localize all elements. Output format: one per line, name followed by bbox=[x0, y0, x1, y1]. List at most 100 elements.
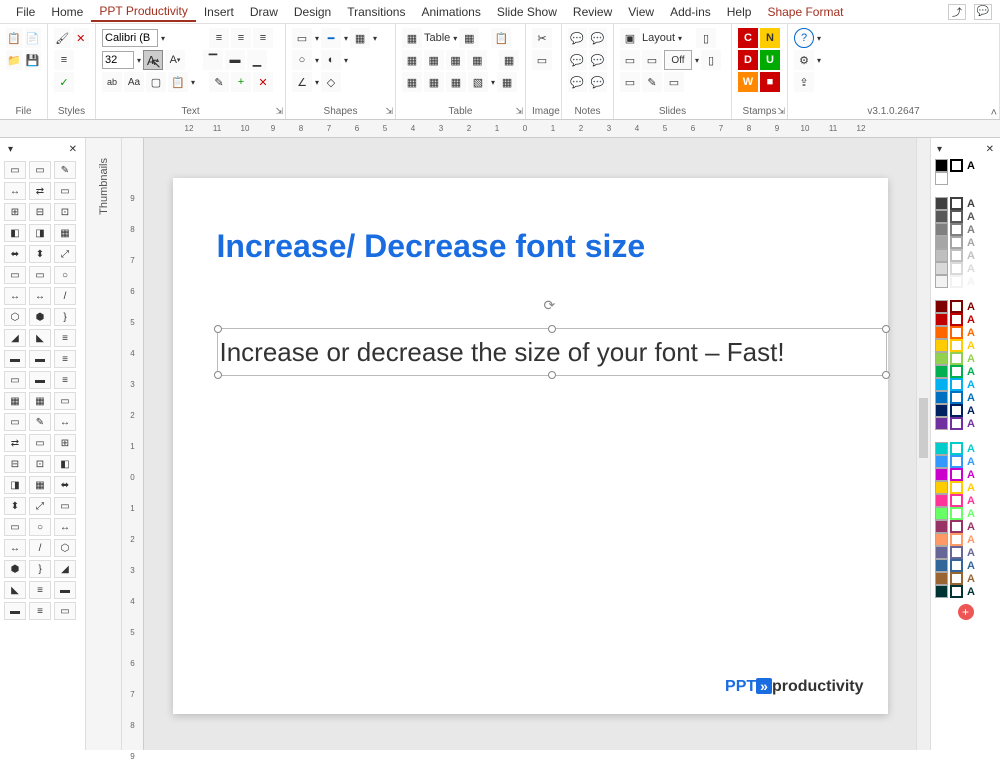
left-tool-32[interactable]: ≡ bbox=[54, 371, 76, 389]
fill-swatch[interactable] bbox=[935, 210, 948, 223]
text-color-swatch[interactable]: A bbox=[965, 379, 977, 391]
stamp-d[interactable]: D bbox=[738, 50, 758, 70]
export-icon[interactable]: ⇪ bbox=[794, 72, 814, 92]
tbl-f[interactable]: ▦ bbox=[402, 72, 422, 92]
style-indent-icon[interactable]: ≡ bbox=[54, 50, 74, 70]
stamp-u[interactable]: U bbox=[760, 50, 780, 70]
text-color-swatch[interactable]: A bbox=[965, 405, 977, 417]
left-tool-24[interactable]: ◢ bbox=[4, 329, 26, 347]
left-tool-51[interactable]: ▭ bbox=[4, 518, 26, 536]
off-button[interactable]: Off bbox=[664, 50, 692, 70]
fill-swatch[interactable] bbox=[935, 352, 948, 365]
stamp-c[interactable]: C bbox=[738, 28, 758, 48]
tab-insert[interactable]: Insert bbox=[196, 3, 242, 21]
left-tool-13[interactable]: ⬍ bbox=[29, 245, 51, 263]
table-del-icon[interactable]: ▦ bbox=[459, 28, 479, 48]
left-tool-30[interactable]: ▭ bbox=[4, 371, 26, 389]
left-tool-60[interactable]: ◣ bbox=[4, 581, 26, 599]
stamp-x[interactable]: ■ bbox=[760, 72, 780, 92]
left-tool-38[interactable]: ↔ bbox=[54, 413, 76, 431]
text-color-swatch[interactable]: A bbox=[965, 301, 977, 313]
text-ab-icon[interactable]: ab bbox=[102, 72, 122, 92]
slide-c[interactable]: ▯ bbox=[701, 50, 721, 70]
slide-title[interactable]: Increase/ Decrease font size bbox=[217, 228, 646, 265]
font-name-combo[interactable] bbox=[102, 29, 158, 47]
outline-swatch[interactable] bbox=[950, 546, 963, 559]
left-tool-2[interactable]: ✎ bbox=[54, 161, 76, 179]
style-check-icon[interactable]: ✓ bbox=[54, 72, 74, 92]
left-tool-21[interactable]: ⬡ bbox=[4, 308, 26, 326]
note4-icon[interactable]: 💬 bbox=[589, 50, 608, 70]
text-color-swatch[interactable]: A bbox=[965, 456, 977, 468]
fill-swatch[interactable] bbox=[935, 262, 948, 275]
note6-icon[interactable]: 💬 bbox=[589, 72, 608, 92]
left-tool-1[interactable]: ▭ bbox=[29, 161, 51, 179]
shape-fill-icon[interactable]: ▦ bbox=[350, 28, 370, 48]
text-color-swatch[interactable]: A bbox=[965, 586, 977, 598]
left-tool-3[interactable]: ↔ bbox=[4, 182, 26, 200]
fill-swatch[interactable] bbox=[935, 172, 948, 185]
left-tool-27[interactable]: ▬ bbox=[4, 350, 26, 368]
outline-swatch[interactable] bbox=[950, 326, 963, 339]
share-icon[interactable]: ⤴ bbox=[948, 4, 966, 20]
note2-icon[interactable]: 💬 bbox=[589, 28, 608, 48]
table-label[interactable]: Table bbox=[424, 32, 450, 44]
comment-icon[interactable]: 💬 bbox=[974, 4, 992, 20]
left-tool-52[interactable]: ○ bbox=[29, 518, 51, 536]
fill-swatch[interactable] bbox=[935, 559, 948, 572]
text-color-swatch[interactable]: A bbox=[965, 573, 977, 585]
font-size-combo[interactable] bbox=[102, 51, 134, 69]
text-highlight-icon[interactable]: ▢ bbox=[146, 72, 166, 92]
outline-swatch[interactable] bbox=[950, 236, 963, 249]
left-close-icon[interactable]: ✕ bbox=[69, 144, 77, 155]
valign-bot-icon[interactable]: ▁ bbox=[247, 50, 267, 70]
text-case-icon[interactable]: Aa bbox=[124, 72, 144, 92]
outline-swatch[interactable] bbox=[950, 210, 963, 223]
fill-swatch[interactable] bbox=[935, 507, 948, 520]
outline-swatch[interactable] bbox=[950, 442, 963, 455]
left-tool-47[interactable]: ⬌ bbox=[54, 476, 76, 494]
handle-bl[interactable] bbox=[214, 371, 222, 379]
fill-swatch[interactable] bbox=[935, 159, 948, 172]
text-color-swatch[interactable]: A bbox=[965, 353, 977, 365]
left-tool-57[interactable]: ⬢ bbox=[4, 560, 26, 578]
tab-addins[interactable]: Add-ins bbox=[662, 3, 719, 21]
layout-icon[interactable]: ▣ bbox=[620, 28, 640, 48]
left-tool-65[interactable]: ▭ bbox=[54, 602, 76, 620]
note3-icon[interactable]: 💬 bbox=[568, 50, 587, 70]
tbl-h[interactable]: ▦ bbox=[446, 72, 466, 92]
left-tool-17[interactable]: ○ bbox=[54, 266, 76, 284]
file-btn3[interactable]: 📁 bbox=[6, 50, 23, 70]
file-btn4[interactable]: 💾 bbox=[25, 50, 42, 70]
left-tool-48[interactable]: ⬍ bbox=[4, 497, 26, 515]
text-color-swatch[interactable]: A bbox=[965, 340, 977, 352]
shape-line-icon[interactable]: ━ bbox=[321, 28, 341, 48]
add-color-button[interactable]: + bbox=[958, 604, 974, 620]
table-paste-icon[interactable]: 📋 bbox=[491, 28, 511, 48]
handle-tm[interactable] bbox=[548, 325, 556, 333]
fill-swatch[interactable] bbox=[935, 455, 948, 468]
outline-swatch[interactable] bbox=[950, 249, 963, 262]
text-color-swatch[interactable]: A bbox=[965, 469, 977, 481]
outline-swatch[interactable] bbox=[950, 352, 963, 365]
outline-swatch[interactable] bbox=[950, 197, 963, 210]
slide-d[interactable]: ▭ bbox=[620, 72, 640, 92]
tab-slideshow[interactable]: Slide Show bbox=[489, 3, 565, 21]
note1-icon[interactable]: 💬 bbox=[568, 28, 587, 48]
left-tool-36[interactable]: ▭ bbox=[4, 413, 26, 431]
left-tool-20[interactable]: / bbox=[54, 287, 76, 305]
slide-e[interactable]: ✎ bbox=[642, 72, 662, 92]
left-tool-22[interactable]: ⬢ bbox=[29, 308, 51, 326]
settings-icon[interactable]: ⚙ bbox=[794, 50, 814, 70]
fill-swatch[interactable] bbox=[935, 300, 948, 313]
text-color-swatch[interactable]: A bbox=[965, 250, 977, 262]
fill-swatch[interactable] bbox=[935, 378, 948, 391]
left-tool-29[interactable]: ≡ bbox=[54, 350, 76, 368]
text-color-swatch[interactable]: A bbox=[965, 160, 977, 172]
tab-ppt-productivity[interactable]: PPT Productivity bbox=[91, 2, 195, 22]
increase-font-button[interactable]: A▴↖ bbox=[143, 50, 163, 70]
left-tool-9[interactable]: ◧ bbox=[4, 224, 26, 242]
align-left-icon[interactable]: ≡ bbox=[209, 28, 229, 48]
slide-b[interactable]: ▭ bbox=[642, 50, 662, 70]
rotate-handle-icon[interactable]: ⟳ bbox=[544, 297, 556, 314]
